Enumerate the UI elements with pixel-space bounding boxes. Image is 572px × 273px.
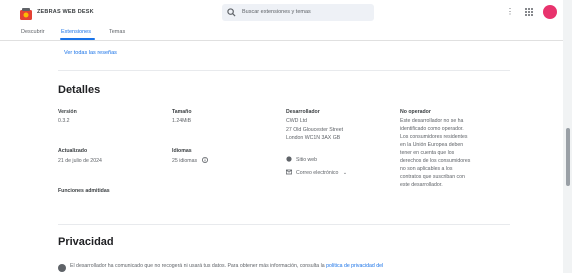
scrollbar-thumb[interactable]: [566, 128, 570, 186]
tabs-divider: [0, 40, 572, 41]
website-label: Sitio web: [296, 157, 318, 163]
web-store-logo-icon[interactable]: [20, 8, 32, 20]
chevron-down-icon[interactable]: ⌄: [343, 170, 347, 176]
trader-text: Este desarrollador no se ha identificado…: [400, 118, 471, 188]
developer-address: 27 Old Gloucester Street London WC1N 3AX…: [286, 127, 344, 141]
languages-label: Idiomas: [172, 148, 192, 154]
nav-tabs: Descubrir Extensiones Temas: [0, 26, 572, 40]
developer-label: Desarrollador: [286, 109, 320, 115]
privacy-heading: Privacidad: [58, 236, 114, 248]
privacy-text: El desarrollador ha comunicado que no re…: [70, 263, 383, 269]
features-label: Funciones admitidas: [58, 188, 110, 194]
search-input[interactable]: Buscar extensiones y temas: [242, 9, 311, 15]
tab-themes[interactable]: Temas: [109, 29, 125, 35]
section-divider: [58, 224, 510, 225]
shield-icon: [58, 264, 66, 272]
tab-discover[interactable]: Descubrir: [21, 29, 45, 35]
search-box[interactable]: Buscar extensiones y temas: [222, 4, 374, 21]
brand-title[interactable]: ZEBRAS WEB DESK: [37, 9, 94, 15]
developer-website-link[interactable]: Sitio web: [286, 156, 317, 164]
version-label: Versión: [58, 109, 77, 115]
tab-extensions[interactable]: Extensiones: [61, 29, 91, 35]
developer-name: CWD Ltd: [286, 118, 308, 124]
email-label: Correo electrónico: [296, 170, 339, 176]
avatar[interactable]: [543, 5, 557, 19]
info-icon[interactable]: [201, 157, 208, 163]
size-value: 1.24MiB: [172, 118, 192, 124]
see-all-reviews-link[interactable]: Ver todas las reseñas: [64, 50, 117, 56]
updated-label: Actualizado: [58, 148, 88, 154]
search-icon: [227, 8, 236, 17]
apps-grid-icon[interactable]: [524, 7, 534, 17]
languages-value[interactable]: 25 idiomas: [172, 157, 212, 165]
privacy-description: El desarrollador ha comunicado que no re…: [70, 263, 327, 269]
mail-icon: [286, 169, 292, 175]
globe-icon: [286, 156, 292, 162]
developer-email-link[interactable]: Correo electrónico ⌄: [286, 169, 347, 177]
details-heading: Detalles: [58, 84, 101, 96]
languages-count: 25 idiomas: [172, 158, 198, 164]
privacy-policy-link[interactable]: política de privacidad del: [326, 263, 383, 269]
size-label: Tamaño: [172, 109, 192, 115]
version-value: 0.3.2: [58, 118, 70, 124]
trader-label: No operador: [400, 109, 431, 115]
section-divider: [58, 70, 510, 71]
more-options-icon[interactable]: ⋮: [505, 7, 515, 17]
updated-value: 21 de julio de 2024: [58, 158, 102, 164]
